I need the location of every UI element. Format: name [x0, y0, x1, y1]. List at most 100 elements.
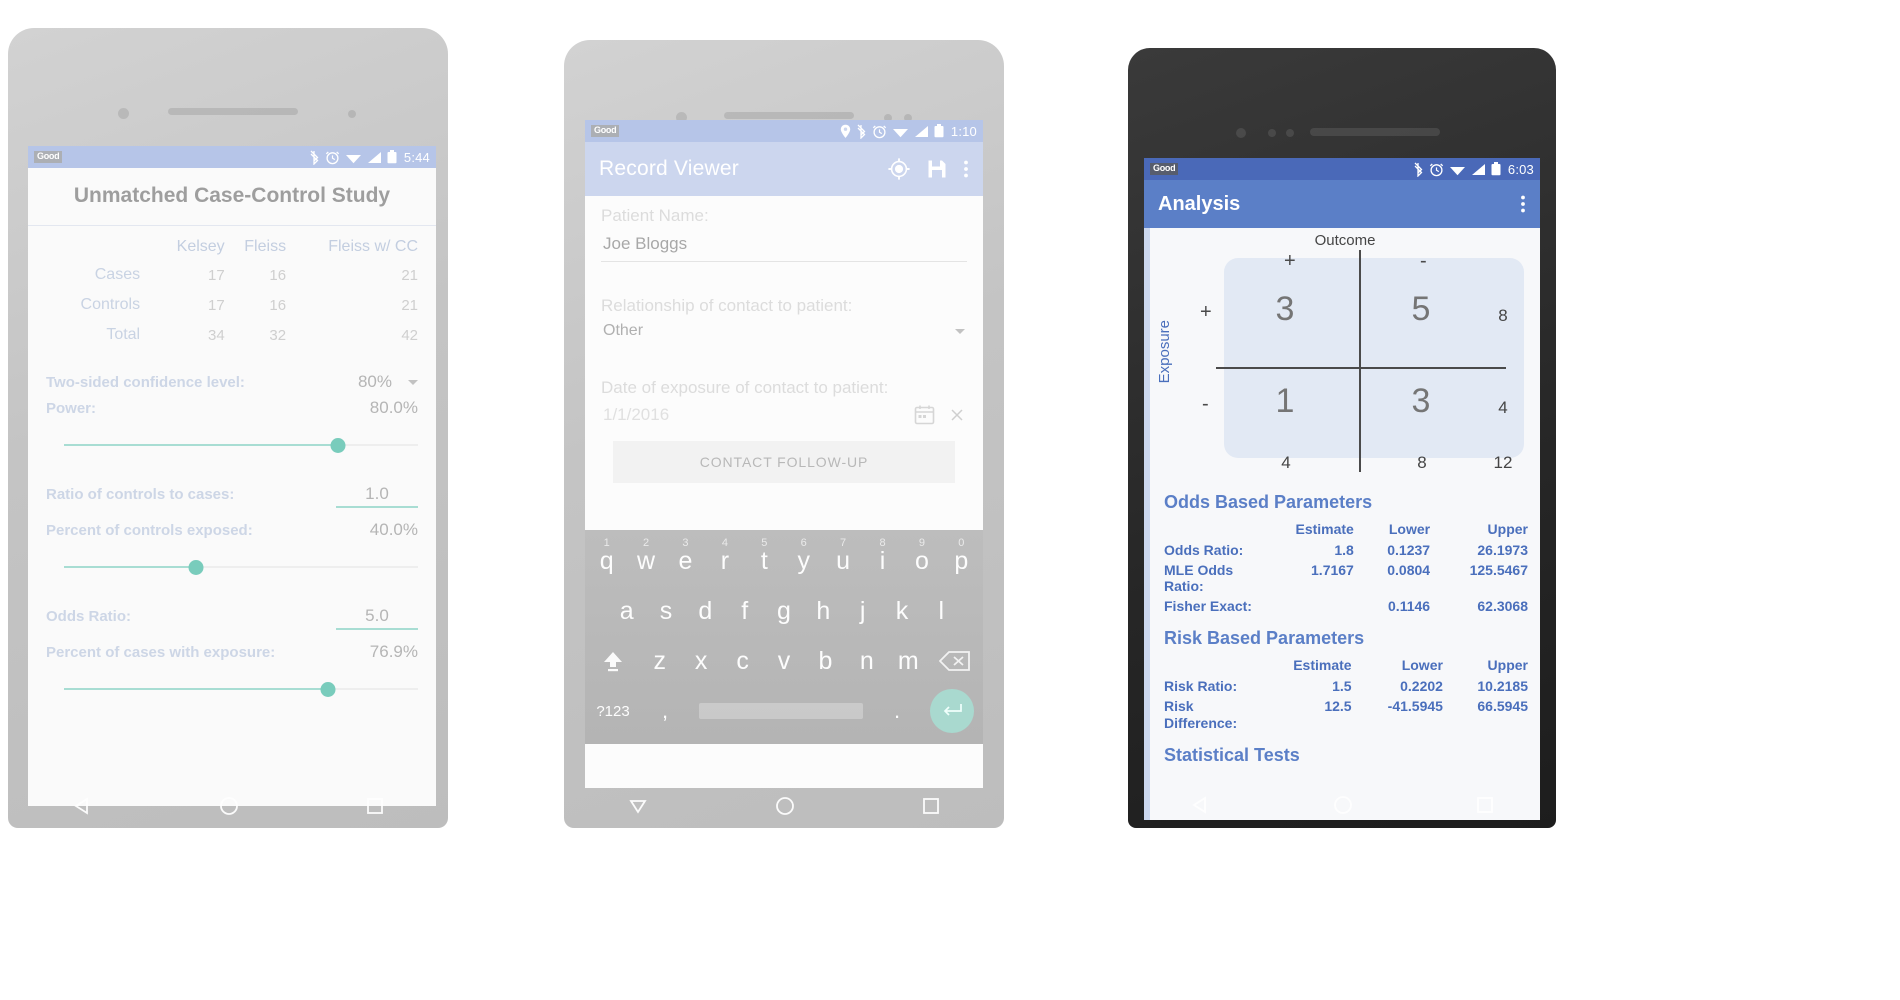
controls-exposed-slider[interactable] [46, 552, 418, 582]
home-icon[interactable] [774, 795, 796, 817]
phone-3-front-camera [1236, 128, 1246, 138]
clear-date-icon[interactable] [949, 407, 965, 423]
table-row: Odds Ratio: 1.8 0.1237 26.1973 [1150, 540, 1540, 560]
recents-icon[interactable] [365, 796, 385, 816]
bluetooth-icon [310, 150, 319, 165]
chevron-down-icon[interactable] [955, 328, 965, 334]
row-label-controls: Controls [80, 296, 141, 313]
table-header-row: Estimate Lower Upper [1150, 655, 1540, 676]
key-e[interactable]: 3 e [666, 536, 705, 586]
key-w[interactable]: 2 w [626, 536, 665, 586]
key-n[interactable]: n [846, 636, 887, 686]
patient-name-input[interactable]: Joe Bloggs [601, 226, 967, 262]
home-icon[interactable] [1332, 794, 1354, 816]
enter-key-circle[interactable] [930, 689, 974, 733]
exposure-axis-label: Exposure [1156, 320, 1173, 384]
key-u[interactable]: 7 u [823, 536, 862, 586]
contact-follow-up-button[interactable]: CONTACT FOLLOW-UP [613, 441, 955, 483]
key-q[interactable]: 1 q [587, 536, 626, 586]
keyboard-row-2: a s d f g h j k l [587, 586, 981, 636]
slider-thumb[interactable] [320, 682, 336, 697]
key-b[interactable]: b [805, 636, 846, 686]
power-row: Power: 80.0% [46, 398, 418, 418]
back-icon[interactable] [627, 795, 649, 817]
slider-thumb[interactable] [188, 560, 204, 575]
home-icon[interactable] [218, 795, 240, 817]
cases-exposure-slider[interactable] [46, 674, 418, 704]
risk-difference-lower: -41.5945 [1387, 698, 1443, 715]
key-h[interactable]: h [804, 586, 843, 636]
back-icon[interactable] [71, 795, 93, 817]
key-r[interactable]: 4 r [705, 536, 744, 586]
cell-b-exposed-outcome-neg: 5 [1411, 290, 1431, 328]
key-m[interactable]: m [888, 636, 929, 686]
odds-ratio-lower: 0.1237 [1387, 542, 1431, 558]
key-v[interactable]: v [763, 636, 804, 686]
key-k[interactable]: k [882, 586, 921, 636]
row-total-unexposed: 4 [1498, 398, 1508, 417]
gps-fixed-icon[interactable] [887, 157, 911, 181]
key-space[interactable] [691, 686, 871, 736]
phone-3-status-bar: Good 6:03 [1144, 158, 1540, 180]
sample-size-table: Kelsey Fleiss Fleiss w/ CC Cases 17 16 2… [46, 230, 418, 350]
key-symbols[interactable]: ?123 [587, 686, 639, 736]
key-y-number: 6 [800, 537, 807, 549]
power-value: 80.0% [369, 398, 418, 417]
key-y-label: y [797, 546, 810, 575]
confidence-level-row[interactable]: Two-sided confidence level: 80% [46, 372, 418, 392]
overflow-menu-icon[interactable] [963, 157, 969, 181]
phone-3-screen: Good 6:03 Analysis Outcome Exposure + - … [1144, 158, 1540, 820]
key-f[interactable]: f [725, 586, 764, 636]
overflow-menu-icon[interactable] [1520, 192, 1526, 216]
key-c[interactable]: c [722, 636, 763, 686]
cell-total-fleiss: 32 [269, 326, 287, 344]
outcome-axis-label: Outcome [1314, 232, 1376, 249]
odds-ratio-input[interactable]: 5.0 [336, 606, 418, 630]
key-s[interactable]: s [646, 586, 685, 636]
col-header-lower: Lower [1388, 521, 1431, 537]
key-t[interactable]: 5 t [745, 536, 784, 586]
odds-ratio-label: Odds Ratio: [46, 608, 131, 625]
key-d[interactable]: d [686, 586, 725, 636]
analysis-content: Outcome Exposure + - + - 3 5 1 3 8 4 4 8… [1144, 228, 1540, 820]
outcome-sign-plus: + [1284, 250, 1296, 272]
col-header-blank [1150, 655, 1268, 676]
risk-based-table: Estimate Lower Upper Risk Ratio: 1.5 0.2… [1150, 655, 1540, 732]
date-exposure-value[interactable]: 1/1/2016 [603, 405, 900, 425]
phone-1-sensor [348, 110, 356, 118]
key-j[interactable]: j [843, 586, 882, 636]
key-o[interactable]: 9 o [902, 536, 941, 586]
slider-thumb[interactable] [330, 438, 346, 453]
ratio-input[interactable]: 1.0 [336, 484, 418, 508]
phone-3-speaker-grille [1310, 128, 1440, 136]
section-title-risk-based: Risk Based Parameters [1164, 628, 1365, 649]
calendar-icon[interactable] [914, 404, 935, 425]
key-l[interactable]: l [922, 586, 961, 636]
key-y[interactable]: 6 y [784, 536, 823, 586]
confidence-level-spinner[interactable]: 80% [358, 372, 418, 392]
enter-icon[interactable] [923, 686, 981, 736]
key-g[interactable]: g [764, 586, 803, 636]
key-x[interactable]: x [680, 636, 721, 686]
key-p[interactable]: 0 p [942, 536, 981, 586]
battery-icon [934, 124, 944, 138]
save-icon[interactable] [925, 157, 949, 181]
chevron-down-icon[interactable] [408, 379, 418, 385]
recents-icon[interactable] [921, 796, 941, 816]
recents-icon[interactable] [1475, 795, 1495, 815]
fisher-exact-estimate [1268, 596, 1366, 616]
controls-exposed-value: 40.0% [369, 520, 418, 539]
key-comma[interactable]: , [639, 686, 691, 736]
backspace-icon[interactable] [929, 636, 981, 686]
odds-ratio-row: Odds Ratio: 5.0 [46, 606, 418, 630]
key-period[interactable]: . [871, 686, 923, 736]
back-icon[interactable] [1189, 794, 1211, 816]
phone-1-screen: Good 5:44 Unmatched Case-Control Study K… [28, 146, 436, 806]
relationship-select[interactable]: Other [601, 316, 967, 344]
shift-icon[interactable] [587, 636, 639, 686]
power-slider[interactable] [46, 430, 418, 460]
key-i[interactable]: 8 i [863, 536, 902, 586]
key-z[interactable]: z [639, 636, 680, 686]
phone-2-nav-bar [564, 784, 1004, 828]
key-a[interactable]: a [607, 586, 646, 636]
